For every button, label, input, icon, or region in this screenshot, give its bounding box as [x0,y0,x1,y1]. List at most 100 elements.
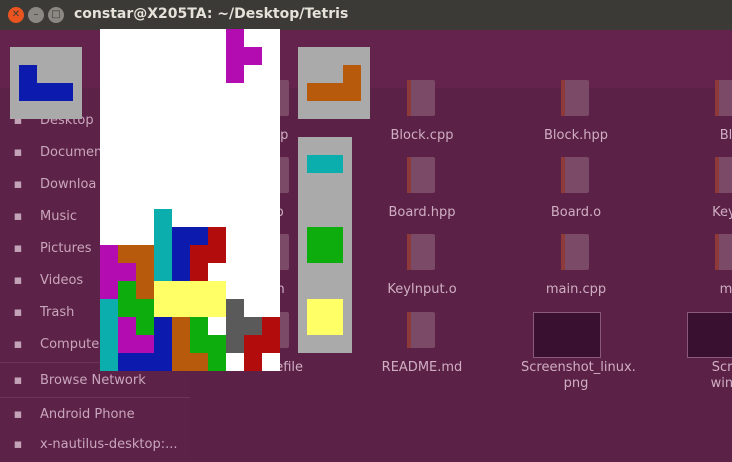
tetris-block [172,317,190,335]
tetris-block [172,263,190,281]
tetris-block [262,335,280,353]
document-icon [561,80,589,116]
minimize-button[interactable]: – [28,7,44,23]
tetris-block [208,281,226,299]
minimize-icon: – [33,9,39,20]
image-thumbnail-icon [533,312,601,358]
tetris-block [154,353,172,371]
tetris-block [136,317,154,335]
tetris-block [325,299,343,317]
tetris-block [100,335,118,353]
file-name: Board.hpp [388,205,456,220]
tetris-block [118,245,136,263]
tetris-block [226,65,244,83]
computer-icon: ▪ [13,337,23,352]
tetris-block [172,353,190,371]
document-icon [407,80,435,116]
document-icon [407,312,435,348]
file-item[interactable]: Blo [675,80,732,160]
file-item[interactable]: README.md [367,312,477,392]
file-name: ma [719,282,732,297]
sidebar-separator [0,397,190,398]
tetris-block [244,353,262,371]
tetris-block [118,299,136,317]
file-item[interactable]: KeyIn [675,157,732,237]
tetris-block [100,353,118,371]
tetris-block [19,83,37,101]
desktop-folder-icon: ▪ [13,437,23,452]
tetris-block [19,65,37,83]
sidebar-item-label: Downloa [40,177,97,192]
tetris-block [118,263,136,281]
tetris-block [136,263,154,281]
sidebar-item-label: Pictures [40,241,92,256]
tetris-block [100,317,118,335]
tetris-block [226,47,244,65]
tetris-block [100,299,118,317]
file-item[interactable]: Block.cpp [367,80,477,160]
sidebar-item-9[interactable]: ▪ Android Phone [0,404,190,428]
tetris-block [208,227,226,245]
documents-icon: ▪ [13,145,23,160]
tetris-block [190,227,208,245]
tetris-block [307,155,325,173]
window-titlebar: ✕ – □ constar@X205TA: ~/Desktop/Tetris [0,0,732,30]
sidebar-item-8[interactable]: ▪ Browse Network [0,370,190,394]
music-icon: ▪ [13,209,23,224]
tetris-block [172,227,190,245]
tetris-block [262,317,280,335]
phone-icon: ▪ [13,407,23,422]
sidebar-item-label: Videos [40,273,84,288]
document-icon [407,157,435,193]
file-name: Block.hpp [543,128,609,143]
file-item[interactable]: main.cpp [521,234,631,314]
tetris-block [325,83,343,101]
sidebar-item-10[interactable]: ▪ x-nautilus-desktop:... [0,434,190,458]
tetris-block [208,353,226,371]
tetris-block [226,317,244,335]
trash-icon: ▪ [13,305,23,320]
tetris-block [154,281,172,299]
tetris-block [37,83,55,101]
close-icon: ✕ [11,9,21,20]
tetris-block [190,353,208,371]
image-thumbnail-icon [687,312,732,358]
sidebar-item-label: Documen [40,145,103,160]
tetris-block [154,299,172,317]
tetris-block [136,281,154,299]
close-button[interactable]: ✕ [8,7,24,23]
tetris-block [307,227,325,245]
file-item[interactable]: Board.hpp [367,157,477,237]
tetris-block [154,263,172,281]
file-item[interactable]: Board.o [521,157,631,237]
tetris-block [172,281,190,299]
tetris-block [208,299,226,317]
tetris-block [307,317,325,335]
tetris-block [118,317,136,335]
tetris-block [100,245,118,263]
tetris-block [325,245,343,263]
tetris-block [325,317,343,335]
tetris-block [190,317,208,335]
tetris-block [172,335,190,353]
tetris-block [208,245,226,263]
document-icon [715,80,732,116]
file-item[interactable]: ma [675,234,732,314]
tetris-block [307,299,325,317]
downloads-icon: ▪ [13,177,23,192]
file-item[interactable]: Scree winde [675,312,732,392]
file-name: KeyIn [712,205,732,220]
tetris-block [190,299,208,317]
tetris-block [190,245,208,263]
tetris-block [136,335,154,353]
file-item[interactable]: KeyInput.o [367,234,477,314]
file-name: Block.cpp [390,128,454,143]
document-icon [561,234,589,270]
file-name: Screenshot_linux. png [521,360,636,391]
file-item[interactable]: Screenshot_linux. png [521,312,636,392]
document-icon [407,234,435,270]
file-item[interactable]: Block.hpp [521,80,631,160]
tetris-block [118,335,136,353]
maximize-button[interactable]: □ [48,7,64,23]
sidebar-item-label: Compute [40,337,100,352]
